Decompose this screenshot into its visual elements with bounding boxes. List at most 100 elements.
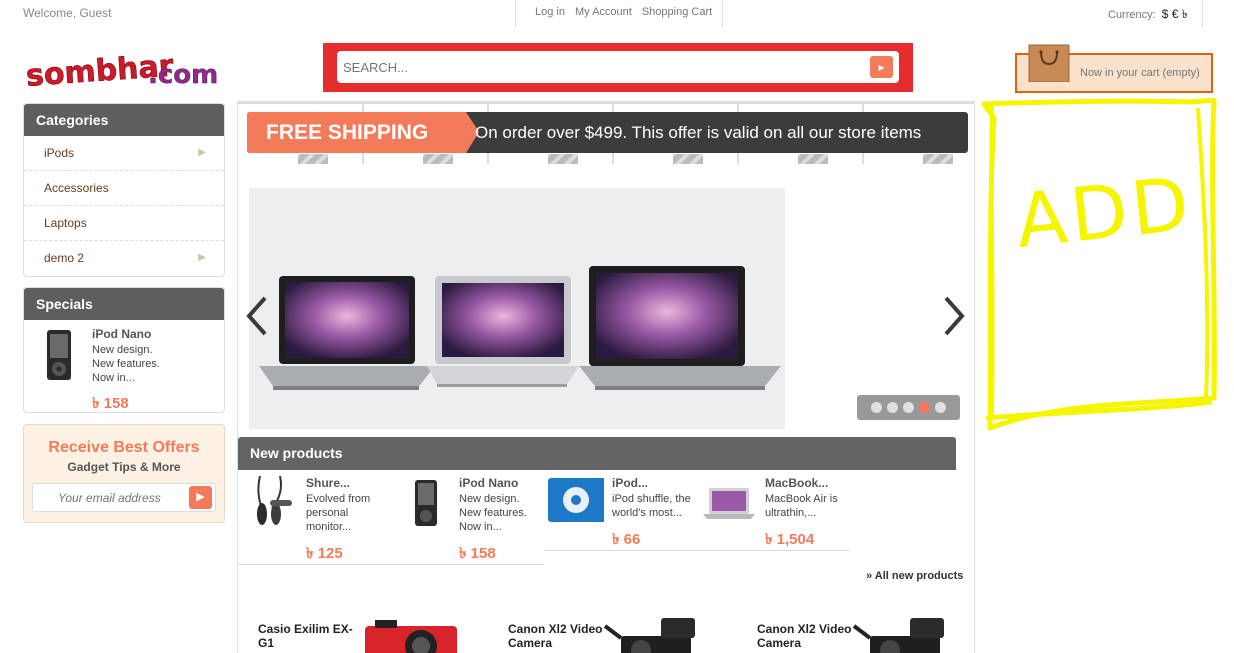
subscribe-button[interactable]: ▶	[189, 486, 212, 509]
featured-product[interactable]: Canon Xl2 Video Camera	[745, 614, 965, 653]
shopping-bag-icon	[1028, 44, 1070, 82]
email-box: ▶	[32, 483, 216, 512]
divider	[544, 550, 850, 551]
product-name[interactable]: iPod Nano	[459, 476, 518, 490]
product-image-video-camera	[852, 618, 944, 653]
category-label: Accessories	[44, 181, 109, 195]
main-content: FREE SHIPPING On order over $499. This o…	[237, 101, 975, 653]
featured-product-name[interactable]: Canon Xl2 Video Camera	[508, 622, 608, 650]
currency-label: Currency:	[1108, 9, 1156, 21]
desc-line: iPod shuffle, the	[612, 493, 691, 505]
free-shipping-tag: FREE SHIPPING	[247, 112, 479, 153]
desc-line: New features.	[459, 507, 527, 519]
desc-line: personal	[306, 507, 349, 519]
categories-title: Categories	[24, 104, 224, 136]
specials-title: Specials	[24, 288, 224, 320]
slider-dot[interactable]	[903, 402, 914, 413]
new-products-list: Shure... Evolved from personal monitor..…	[238, 470, 956, 570]
slider-next-button[interactable]	[938, 294, 968, 338]
account-links: Log in My Account Shopping Cart	[515, 0, 724, 27]
shopping-cart-link[interactable]: Shopping Cart	[642, 6, 712, 27]
product-name[interactable]: MacBook...	[765, 476, 828, 490]
new-products-title: New products	[238, 437, 956, 470]
welcome-text: Welcome, Guest	[23, 6, 112, 20]
top-bar: Welcome, Guest Log in My Account Shoppin…	[0, 0, 1234, 30]
chevron-left-icon	[246, 296, 267, 336]
product-name[interactable]: iPod...	[612, 476, 648, 490]
product-card[interactable]: Shure... Evolved from personal monitor..…	[238, 470, 391, 565]
specials-panel: Specials iPod Nano New design. New featu…	[23, 287, 225, 413]
category-label: demo 2	[44, 251, 85, 265]
cart-status: Now in your cart (empty)	[1080, 67, 1200, 79]
desc-line: Evolved from	[306, 493, 371, 505]
desc-line: New design.	[92, 344, 153, 356]
product-image-video-camera	[603, 618, 695, 653]
search-input[interactable]	[337, 51, 857, 83]
chevron-right-icon	[944, 296, 965, 336]
product-card[interactable]: iPod Nano New design. New features. Now …	[391, 470, 544, 565]
chevron-right-icon: ▶	[198, 252, 206, 263]
free-shipping-message: On order over $499. This offer is valid …	[475, 123, 922, 142]
all-new-products-link[interactable]: » All new products	[866, 570, 963, 582]
advert-label: ADD	[1011, 161, 1197, 265]
slider-pagination	[857, 395, 960, 420]
currency-symbols[interactable]: $ € ৳	[1162, 7, 1188, 21]
email-field[interactable]	[49, 484, 199, 511]
desc-line: world's most...	[612, 507, 682, 519]
site-logo[interactable]: sombhar .com	[24, 47, 236, 95]
desc-line: MacBook Air is	[765, 493, 838, 505]
product-description: New design. New features. Now in...	[459, 492, 547, 534]
featured-product[interactable]: Casio Exilim EX-G1	[246, 614, 466, 653]
featured-product[interactable]: Canon Xl2 Video Camera	[496, 614, 716, 653]
product-name[interactable]: Shure...	[306, 476, 350, 490]
product-description: iPod shuffle, the world's most...	[612, 492, 700, 520]
special-name[interactable]: iPod Nano	[92, 327, 151, 341]
category-item-accessories[interactable]: Accessories	[24, 171, 224, 206]
slider-prev-button[interactable]	[243, 294, 273, 338]
search-button[interactable]: ▸	[870, 56, 893, 78]
login-link[interactable]: Log in	[535, 6, 565, 27]
free-shipping-banner[interactable]: FREE SHIPPING On order over $499. This o…	[247, 112, 968, 153]
search-bar: ▸	[323, 43, 913, 92]
special-description: New design. New features. Now in...	[92, 343, 160, 385]
slider-dot[interactable]	[935, 402, 946, 413]
arrow-right-icon: ▸	[878, 60, 885, 74]
slider-dot[interactable]	[871, 402, 882, 413]
desc-line: Now in...	[459, 521, 502, 533]
slider-dot[interactable]	[887, 402, 898, 413]
category-item-laptops[interactable]: Laptops	[24, 206, 224, 241]
categories-panel: Categories iPods ▶ Accessories Laptops d…	[23, 103, 225, 277]
featured-product-name[interactable]: Casio Exilim EX-G1	[258, 622, 358, 650]
slider-image[interactable]	[249, 188, 785, 429]
advert-placeholder	[978, 97, 1234, 438]
tab-stripe	[798, 154, 828, 164]
category-label: Laptops	[44, 216, 87, 230]
desc-line: Now in...	[92, 372, 135, 384]
slider-dot-active[interactable]	[919, 402, 930, 413]
tab-stripe	[298, 154, 328, 164]
product-image-earphones	[257, 475, 292, 525]
search-box: ▸	[337, 51, 899, 83]
special-item[interactable]: iPod Nano New design. New features. Now …	[24, 320, 224, 412]
cart-summary[interactable]: Now in your cart (empty)	[1015, 44, 1213, 93]
special-price: ৳ 158	[92, 395, 129, 412]
ipod-nano-image	[47, 330, 71, 380]
chevron-right-icon: ▶	[198, 147, 206, 158]
category-item-demo-2[interactable]: demo 2 ▶	[24, 241, 224, 276]
tab-stripe	[923, 154, 953, 164]
tab-stripe	[548, 154, 578, 164]
category-item-ipods[interactable]: iPods ▶	[24, 136, 224, 171]
currency-selector[interactable]: Currency: $ € ৳	[1102, 0, 1203, 27]
newsletter-subtitle: Gadget Tips & More	[67, 460, 181, 474]
newsletter-title: Receive Best Offers	[48, 439, 200, 456]
my-account-link[interactable]: My Account	[575, 6, 632, 27]
arrow-right-icon: ▶	[196, 491, 205, 503]
newsletter-panel: Receive Best Offers Gadget Tips & More ▶	[23, 424, 225, 523]
featured-product-name[interactable]: Canon Xl2 Video Camera	[757, 622, 857, 650]
product-description: Evolved from personal monitor...	[306, 492, 394, 534]
desc-line: monitor...	[306, 521, 352, 533]
svg-text:.com: .com	[148, 60, 218, 90]
tab-stripe	[673, 154, 703, 164]
category-label: iPods	[44, 146, 75, 160]
product-image-ipod-shuffle	[548, 478, 604, 522]
